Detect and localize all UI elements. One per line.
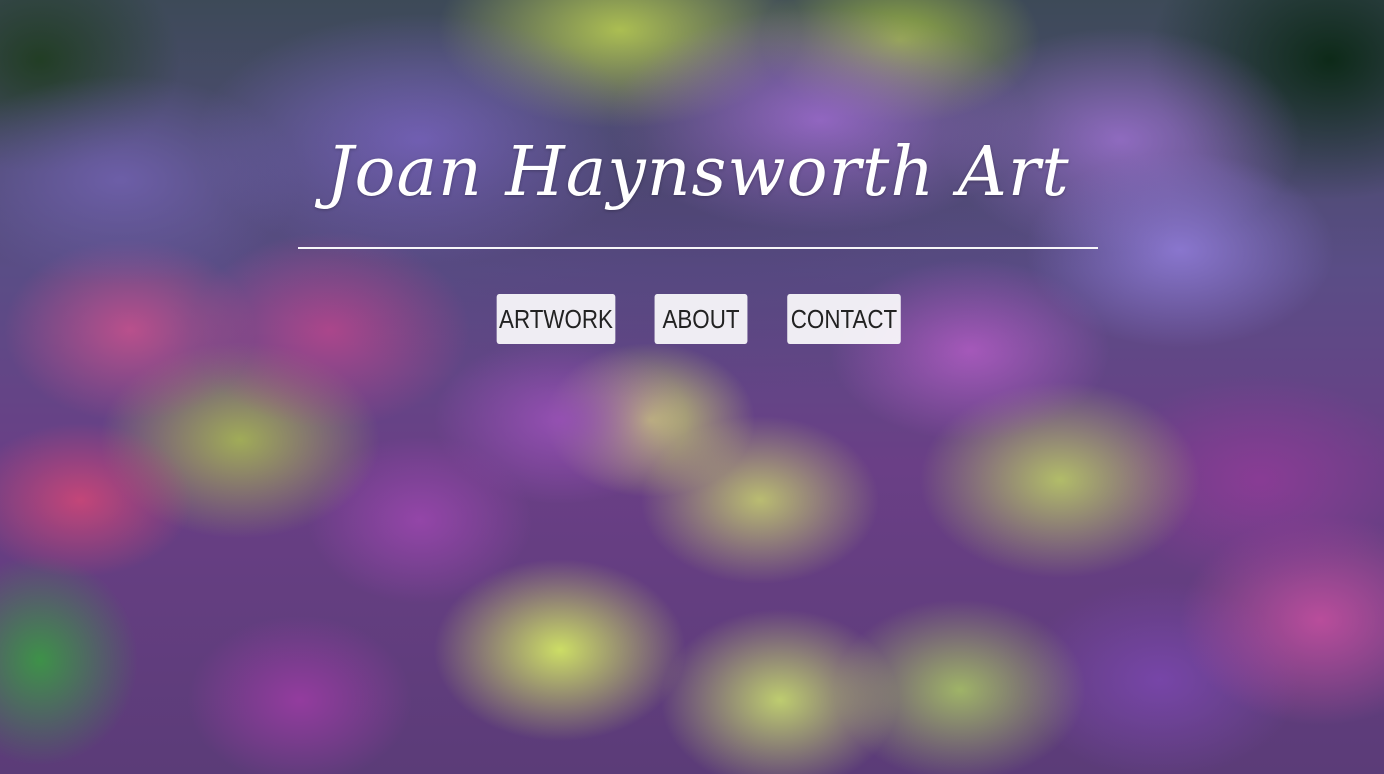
hero-content: Joan Haynsworth Art ARTWORK ABOUT CONTAC… [0, 0, 1384, 774]
hero-section: Joan Haynsworth Art ARTWORK ABOUT CONTAC… [0, 0, 1384, 774]
main-navigation: ARTWORK ABOUT CONTACT [0, 294, 1384, 344]
title-divider [298, 247, 1098, 249]
site-title: Joan Haynsworth Art [326, 133, 1070, 212]
nav-artwork-button[interactable]: ARTWORK [496, 294, 616, 344]
nav-contact-button[interactable]: CONTACT [787, 294, 901, 344]
nav-about-button[interactable]: ABOUT [654, 294, 748, 344]
